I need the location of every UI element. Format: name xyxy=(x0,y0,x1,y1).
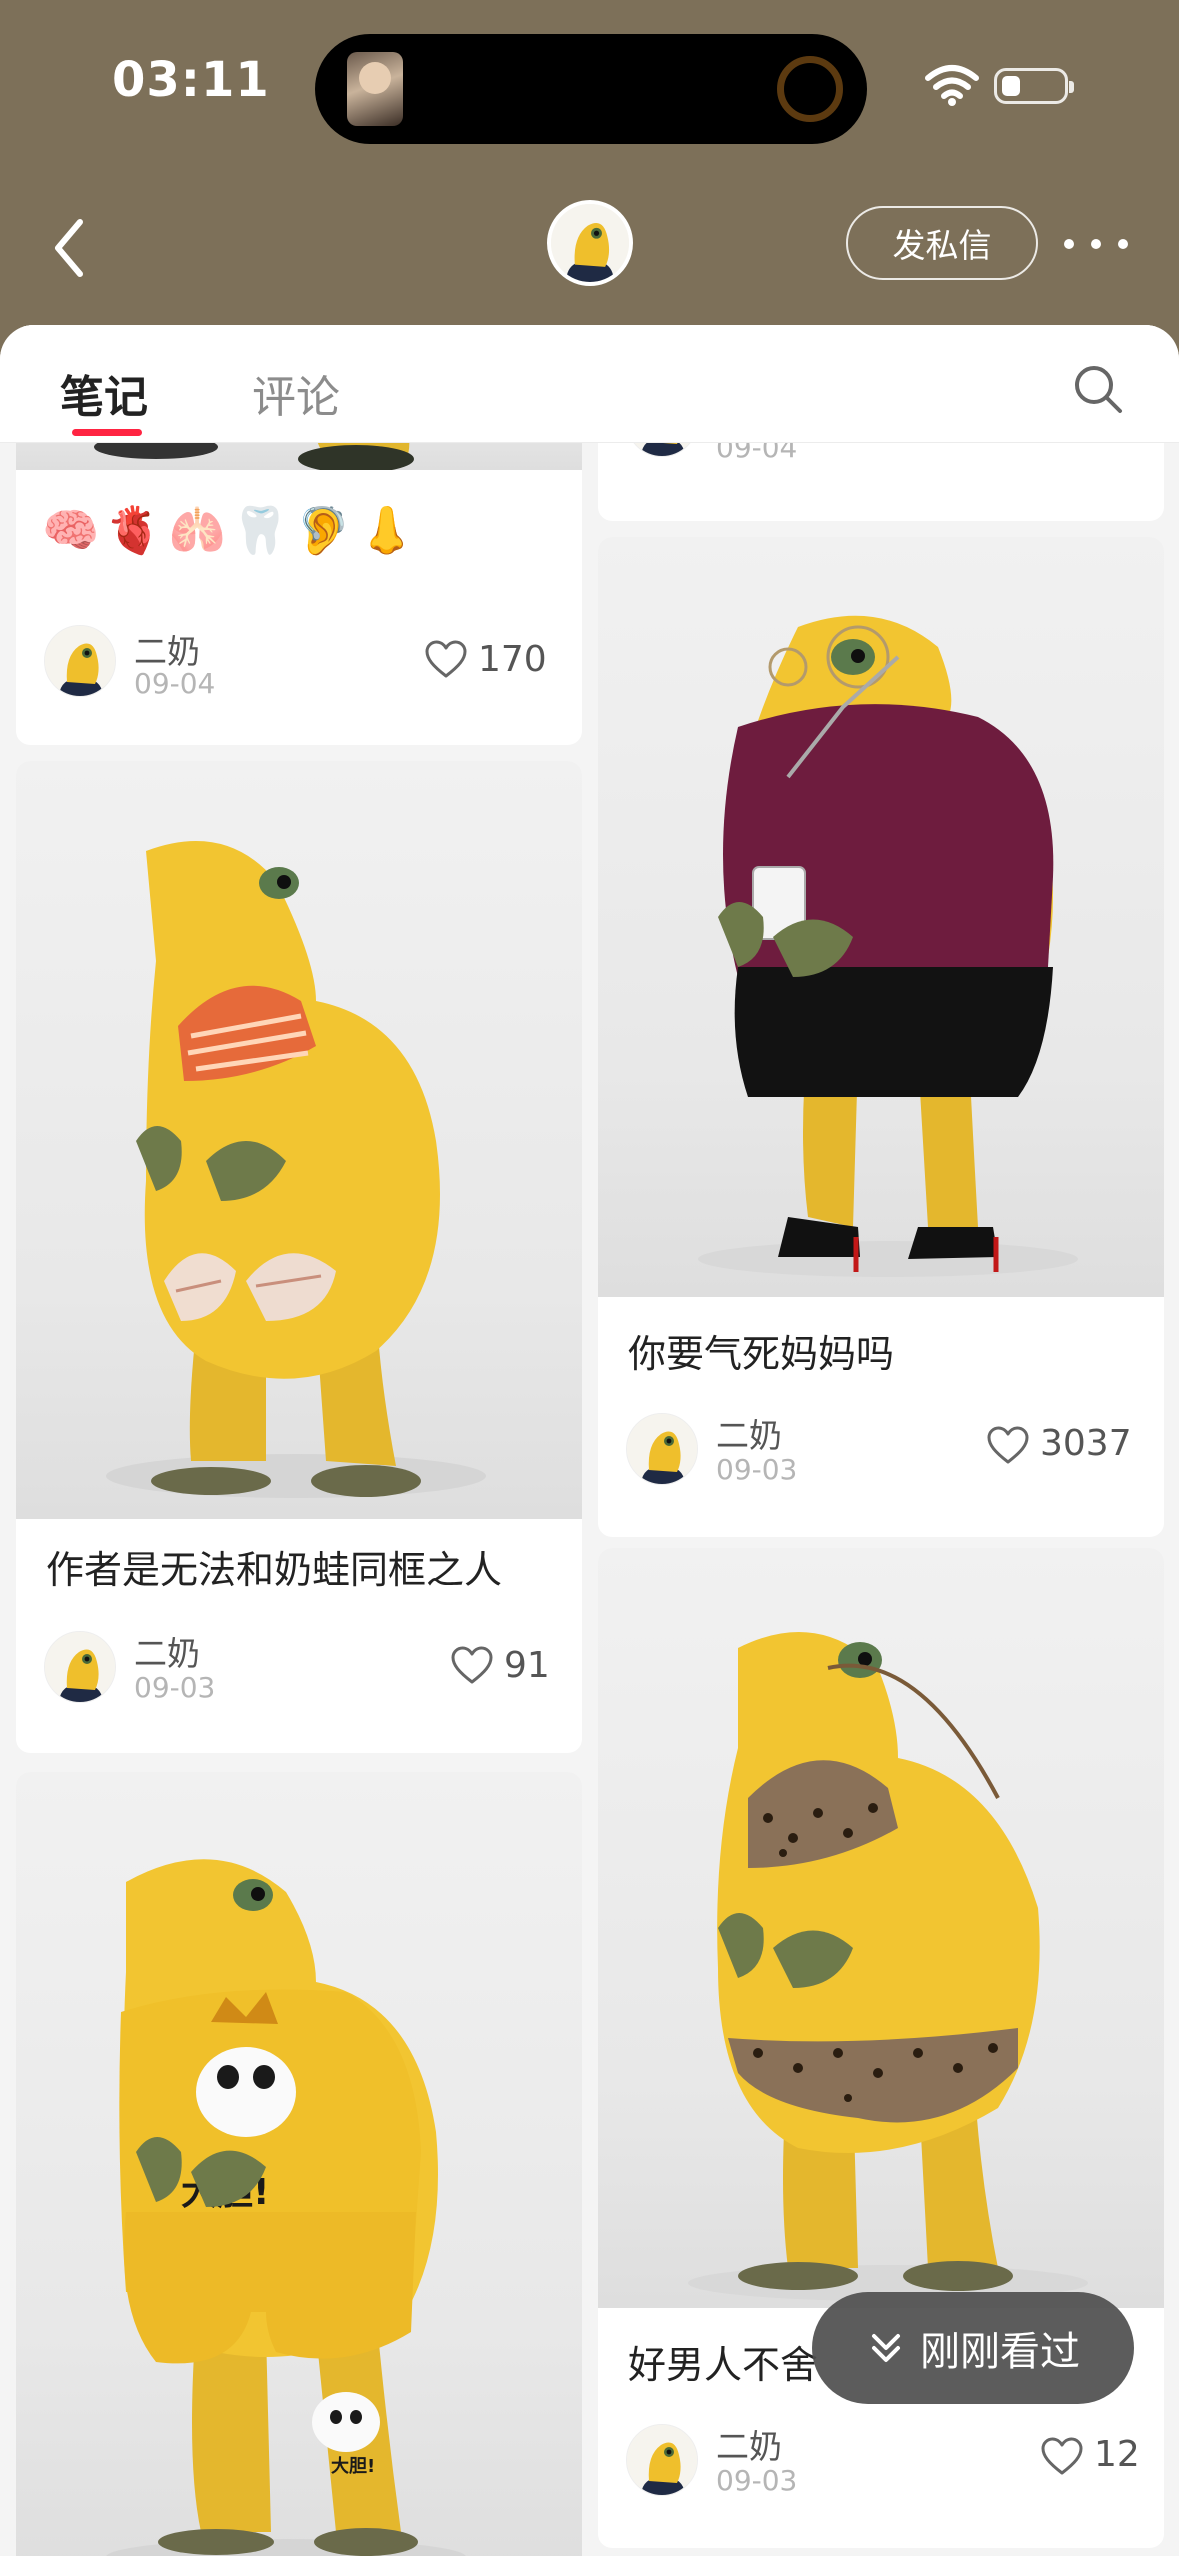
post-date: 09-03 xyxy=(134,1671,216,1704)
profile-avatar[interactable] xyxy=(547,200,633,286)
note-card[interactable]: 作者是无法和奶蛙同框之人 二奶 09-03 91 xyxy=(16,761,582,1753)
note-title[interactable]: 好男人不舍 xyxy=(628,2334,818,2389)
heart-icon[interactable] xyxy=(986,1425,1030,1465)
heart-icon[interactable] xyxy=(1040,2436,1084,2476)
search-icon[interactable] xyxy=(1072,363,1124,415)
recently-viewed-button[interactable]: 刚刚看过 xyxy=(812,2292,1134,2404)
note-image xyxy=(598,537,1164,1297)
like-count: 170 xyxy=(478,639,547,680)
heart-icon[interactable] xyxy=(424,639,468,679)
post-date: 09-03 xyxy=(716,2464,798,2497)
status-time: 03:11 xyxy=(112,52,270,108)
tab-comments[interactable]: 评论 xyxy=(252,361,340,425)
post-date: 09-04 xyxy=(134,667,216,700)
tab-notes[interactable]: 笔记 xyxy=(60,361,148,425)
author-avatar[interactable] xyxy=(44,625,116,697)
author-name[interactable]: 二奶 xyxy=(134,625,200,673)
note-image: 大胆! 大胆! xyxy=(16,1772,582,2556)
heart-icon[interactable] xyxy=(450,1645,494,1685)
note-image xyxy=(16,761,582,1519)
content-sheet: 笔记 评论 🧠🫀🫁🦷🦻👃 二奶 09-04 170 作者是无法和奶蛙同框之人 二… xyxy=(0,325,1179,2556)
send-message-button[interactable]: 发私信 xyxy=(846,206,1038,280)
chevrons-down-icon xyxy=(872,2334,900,2362)
note-title[interactable]: 作者是无法和奶蛙同框之人 xyxy=(46,1539,502,1594)
more-icon[interactable] xyxy=(1064,222,1128,266)
tab-bar: 笔记 评论 xyxy=(0,325,1179,443)
emoji-row: 🧠🫀🫁🦷🦻👃 xyxy=(42,503,422,557)
author-avatar[interactable] xyxy=(626,2424,698,2496)
now-playing-thumbnail xyxy=(347,52,403,126)
note-image xyxy=(598,1548,1164,2308)
author-avatar[interactable] xyxy=(626,1413,698,1485)
author-avatar[interactable] xyxy=(44,1631,116,1703)
back-icon[interactable] xyxy=(44,210,100,286)
author-name[interactable]: 二奶 xyxy=(716,2420,782,2468)
like-count: 3037 xyxy=(1040,1423,1132,1464)
author-name[interactable]: 二奶 xyxy=(716,1409,782,1457)
screen: 03:11 发私信 笔记 评论 🧠🫀🫁🦷🦻👃 二奶 09-04 170 作者是无… xyxy=(0,0,1179,2556)
note-card[interactable]: 你要气死妈妈吗 二奶 09-03 3037 xyxy=(598,537,1164,1537)
island-progress-ring xyxy=(777,56,843,122)
like-count: 12 xyxy=(1094,2434,1140,2475)
recently-viewed-label: 刚刚看过 xyxy=(920,2329,1080,2375)
note-card[interactable]: 大胆! 大胆! xyxy=(16,1772,582,2556)
author-name[interactable]: 二奶 xyxy=(134,1627,200,1675)
dynamic-island[interactable] xyxy=(315,34,867,144)
shorts-print-text: 大胆! xyxy=(331,2455,375,2477)
note-title[interactable]: 你要气死妈妈吗 xyxy=(628,1323,894,1378)
post-date: 09-03 xyxy=(716,1453,798,1486)
battery-icon xyxy=(994,68,1074,104)
tab-active-indicator xyxy=(72,429,142,436)
like-count: 91 xyxy=(504,1645,550,1686)
wifi-icon xyxy=(925,65,979,106)
